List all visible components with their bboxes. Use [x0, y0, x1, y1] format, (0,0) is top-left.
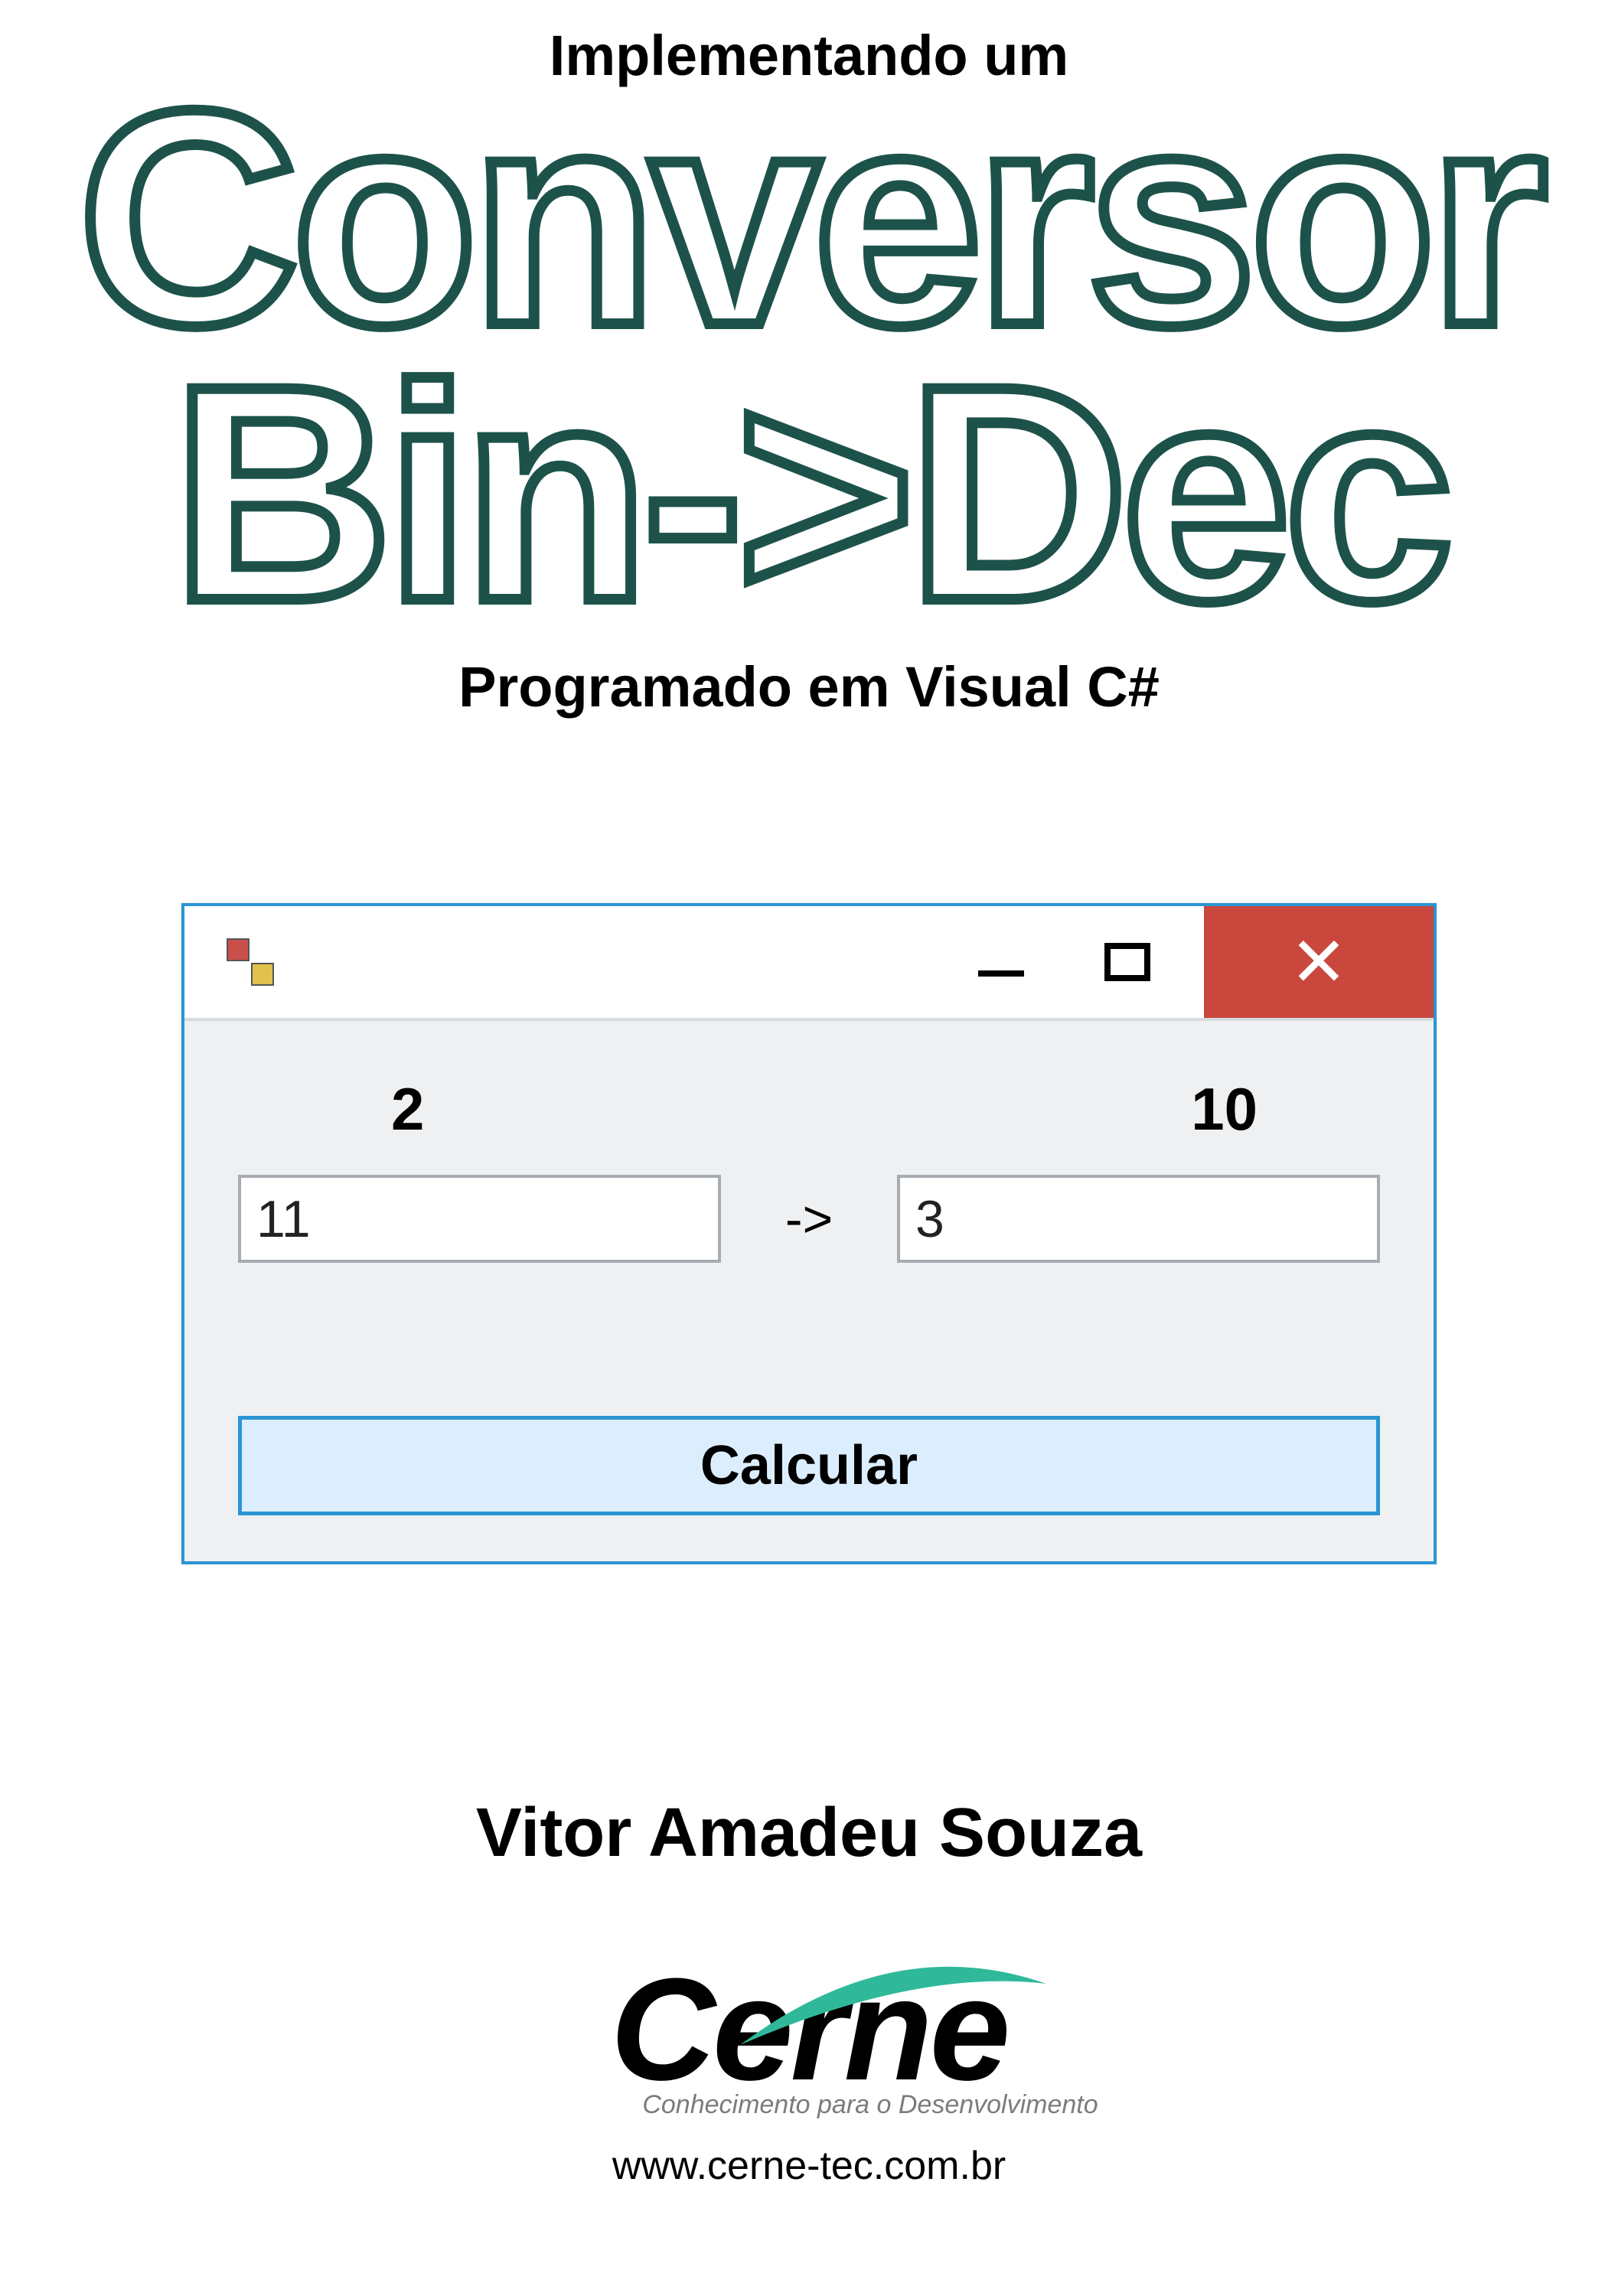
window-controls: ✕ — [951, 906, 1434, 1018]
maximize-button[interactable] — [1051, 906, 1204, 1018]
window-client-area: 2 10 11 -> 3 Calcular — [184, 1021, 1434, 1561]
subtitle: Programado em Visual C# — [458, 654, 1160, 719]
close-icon: ✕ — [1290, 922, 1347, 1003]
book-cover: Implementando um Conversor Bin->Dec Prog… — [0, 0, 1618, 2296]
minimize-button[interactable] — [951, 906, 1051, 1018]
winforms-app-icon — [227, 938, 274, 986]
calculate-button[interactable]: Calcular — [238, 1416, 1380, 1515]
title-line-1: Conversor — [78, 73, 1541, 364]
binary-input[interactable]: 11 — [238, 1175, 721, 1263]
publisher-logo: Cerne — [465, 1957, 1153, 2102]
publisher-url: www.cerne-tec.com.br — [612, 2143, 1006, 2189]
window-titlebar: ✕ — [184, 906, 1434, 1021]
label-base-10: 10 — [1191, 1075, 1258, 1144]
author-name: Vitor Amadeu Souza — [476, 1794, 1142, 1873]
publisher-block: Cerne Conhecimento para o Desenvolviment… — [465, 1957, 1153, 2189]
label-base-2: 2 — [391, 1075, 424, 1144]
arrow-label: -> — [767, 1189, 851, 1249]
swoosh-icon — [732, 1961, 1054, 2053]
decimal-output[interactable]: 3 — [897, 1175, 1380, 1263]
app-window: ✕ 2 10 11 -> 3 Calcular — [181, 903, 1437, 1564]
title-line-2: Bin->Dec — [172, 348, 1447, 639]
close-button[interactable]: ✕ — [1204, 906, 1434, 1018]
